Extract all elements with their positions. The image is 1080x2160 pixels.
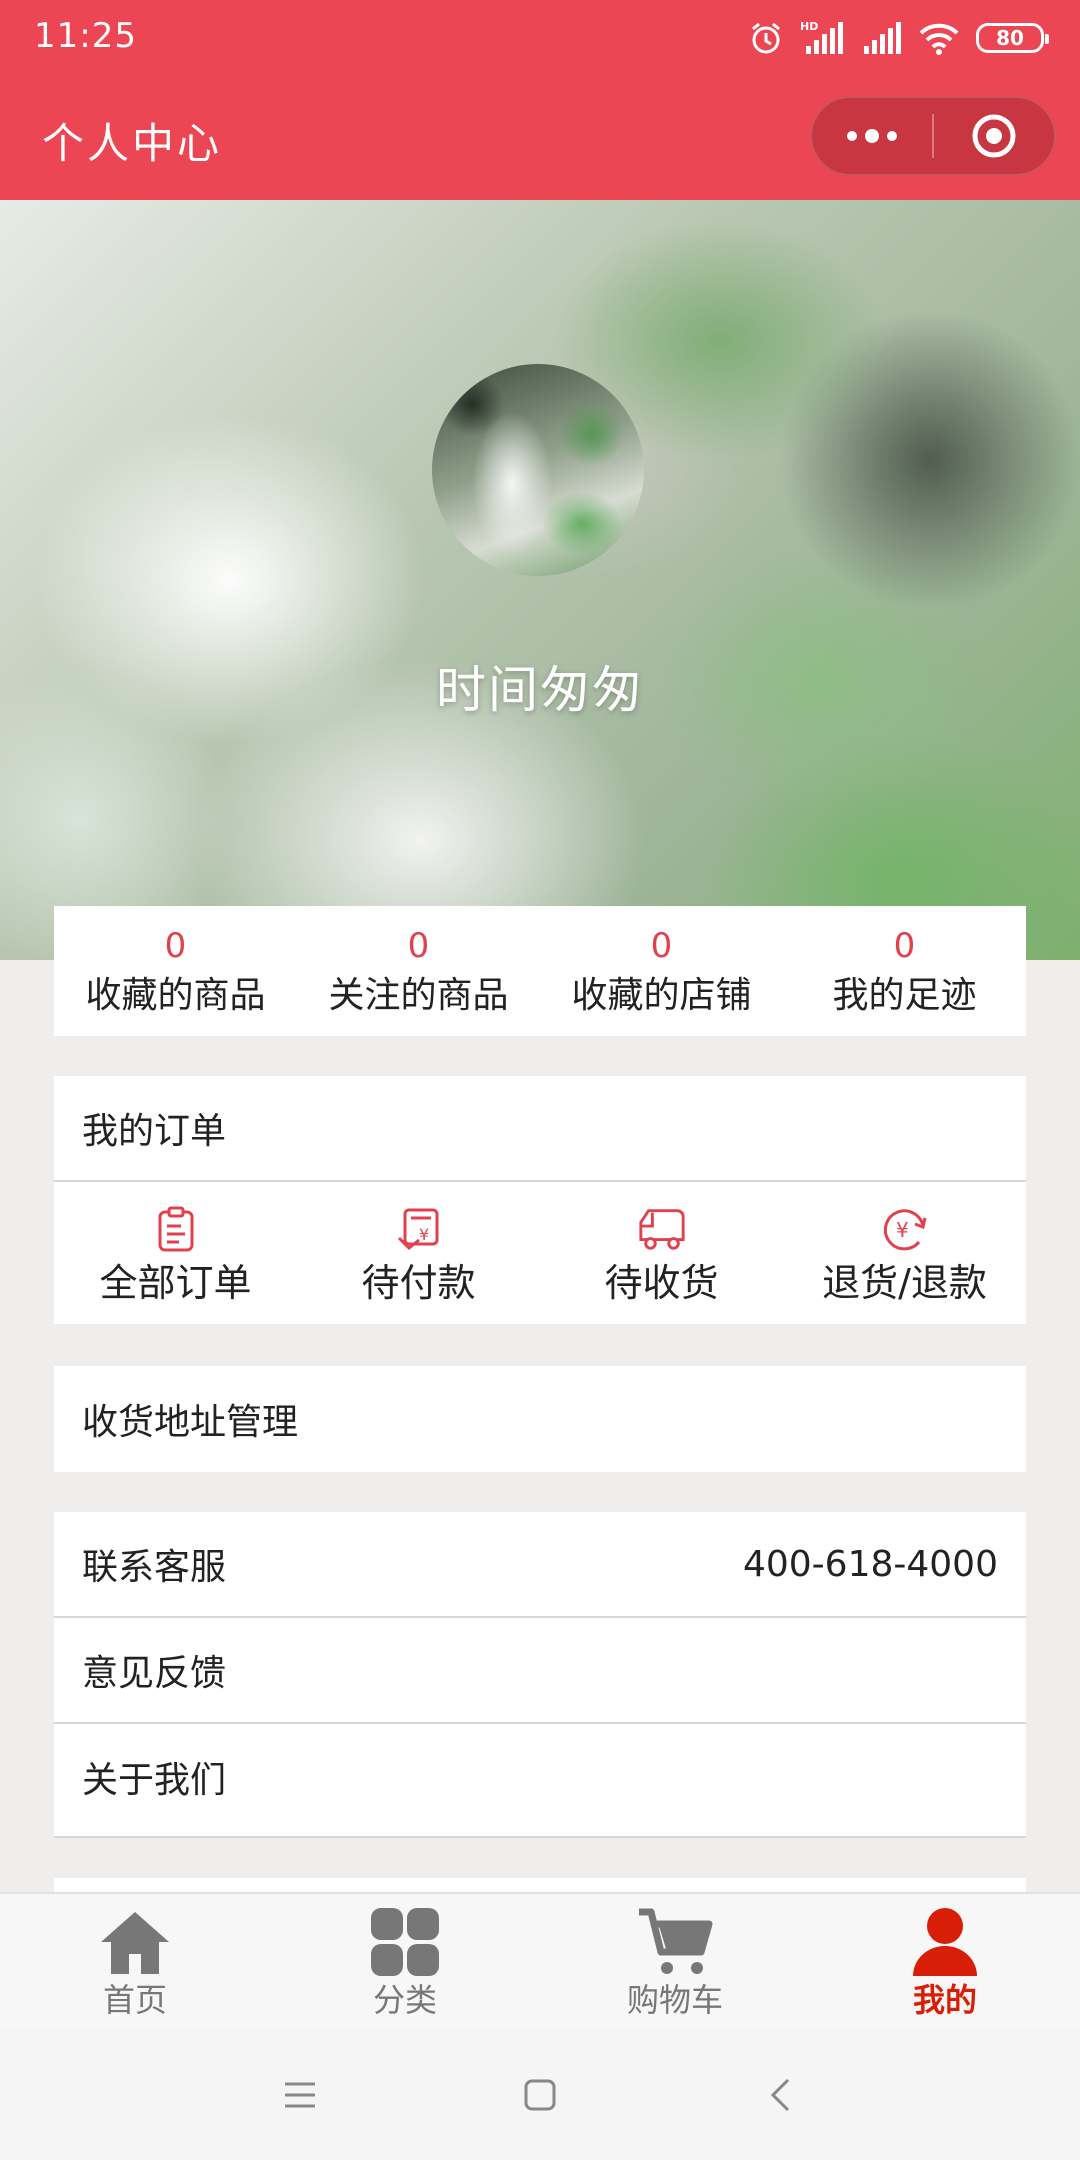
- delivery-truck-icon: [637, 1204, 687, 1254]
- battery-indicator: 80: [976, 23, 1049, 53]
- status-icons: HD 80: [748, 16, 1049, 60]
- clipboard-icon: [151, 1204, 201, 1254]
- tab-label: 我的: [912, 1981, 977, 2019]
- about-us-row[interactable]: 关于我们: [54, 1724, 1026, 1830]
- my-orders-title: 我的订单: [82, 1111, 227, 1152]
- stat-favorite-goods[interactable]: 0 收藏的商品: [54, 906, 297, 1036]
- signal-hd-icon: HD: [800, 20, 846, 56]
- contact-service-row[interactable]: 联系客服 400-618-4000: [54, 1512, 1026, 1618]
- address-management-label: 收货地址管理: [82, 1402, 299, 1443]
- status-time: 11:25: [34, 16, 137, 56]
- order-label: 待付款: [361, 1261, 476, 1305]
- mini-program-capsule: [810, 96, 1056, 176]
- back-chevron-icon: [770, 2078, 790, 2112]
- home-icon: [95, 1904, 175, 1980]
- tab-mine[interactable]: 我的: [810, 1894, 1080, 2030]
- feedback-label: 意见反馈: [82, 1653, 227, 1694]
- stat-value: 0: [893, 926, 916, 966]
- service-card: 联系客服 400-618-4000 意见反馈 关于我们: [54, 1512, 1026, 1838]
- stat-favorite-shops[interactable]: 0 收藏的店铺: [540, 906, 783, 1036]
- stat-label: 收藏的店铺: [571, 975, 752, 1016]
- avatar[interactable]: [432, 364, 644, 576]
- wifi-icon: [918, 21, 960, 55]
- square-icon: [524, 2079, 556, 2111]
- refund-icon: ¥: [880, 1204, 930, 1254]
- tab-label: 购物车: [626, 1981, 723, 2019]
- order-all-button[interactable]: 全部订单: [54, 1182, 297, 1322]
- alarm-icon: [748, 20, 784, 56]
- contact-service-label: 联系客服: [82, 1547, 227, 1588]
- order-label: 全部订单: [99, 1261, 252, 1305]
- stat-value: 0: [164, 926, 187, 966]
- status-bar: 11:25 HD 80: [0, 0, 1080, 76]
- stat-value: 0: [650, 926, 673, 966]
- system-navigation-bar: [0, 2030, 1080, 2160]
- close-mini-program-button[interactable]: [934, 98, 1054, 174]
- stat-label: 收藏的商品: [85, 975, 266, 1016]
- stat-label: 关注的商品: [328, 975, 509, 1016]
- svg-text:¥: ¥: [419, 1225, 429, 1244]
- category-grid-icon: [365, 1904, 445, 1980]
- user-icon: [905, 1904, 985, 1980]
- stat-footprints[interactable]: 0 我的足迹: [783, 906, 1026, 1036]
- menu-lines-icon: [285, 2082, 315, 2108]
- order-refund-button[interactable]: ¥ 退货/退款: [783, 1182, 1026, 1322]
- order-to-receive-button[interactable]: 待收货: [540, 1182, 783, 1322]
- back-button[interactable]: [755, 2070, 805, 2120]
- target-circle-icon: [972, 114, 1016, 158]
- tab-cart[interactable]: 购物车: [540, 1894, 810, 2030]
- tab-home[interactable]: 首页: [0, 1894, 270, 2030]
- cart-icon: [635, 1904, 715, 1980]
- payment-icon: ¥: [394, 1204, 444, 1254]
- tab-label: 首页: [102, 1981, 167, 2019]
- order-status-grid: 全部订单 ¥ 待付款 待收货 ¥ 退货/退款: [54, 1182, 1026, 1322]
- menu-button[interactable]: [275, 2070, 325, 2120]
- orders-card: 我的订单 全部订单 ¥ 待付款 待收货 ¥ 退货/退款: [54, 1076, 1026, 1324]
- tab-category[interactable]: 分类: [270, 1894, 540, 2030]
- order-unpaid-button[interactable]: ¥ 待付款: [297, 1182, 540, 1322]
- order-label: 退货/退款: [822, 1261, 987, 1305]
- svg-text:¥: ¥: [896, 1218, 909, 1242]
- svg-text:HD: HD: [800, 20, 818, 33]
- my-orders-row[interactable]: 我的订单: [54, 1076, 1026, 1182]
- address-management-row[interactable]: 收货地址管理: [54, 1366, 1026, 1472]
- more-button[interactable]: [812, 98, 932, 174]
- page-title: 个人中心: [42, 119, 223, 168]
- feedback-row[interactable]: 意见反馈: [54, 1618, 1026, 1724]
- title-bar: 个人中心: [0, 76, 1080, 200]
- contact-phone[interactable]: 400-618-4000: [743, 1544, 998, 1585]
- order-label: 待收货: [604, 1261, 719, 1305]
- stat-followed-goods[interactable]: 0 关注的商品: [297, 906, 540, 1036]
- signal-icon: [862, 20, 902, 56]
- home-system-button[interactable]: [515, 2070, 565, 2120]
- user-nickname: 时间匆匆: [436, 661, 644, 719]
- stat-label: 我的足迹: [832, 975, 977, 1016]
- address-card: 收货地址管理: [54, 1366, 1026, 1472]
- stat-value: 0: [407, 926, 430, 966]
- bottom-tab-bar: 首页 分类 购物车 我的: [0, 1892, 1080, 2030]
- tab-label: 分类: [372, 1981, 437, 2019]
- profile-header-background: 时间匆匆: [0, 200, 1080, 960]
- about-us-label: 关于我们: [82, 1760, 227, 1801]
- stats-card: 0 收藏的商品 0 关注的商品 0 收藏的店铺 0 我的足迹: [54, 906, 1026, 1036]
- more-dots-icon: [847, 129, 897, 143]
